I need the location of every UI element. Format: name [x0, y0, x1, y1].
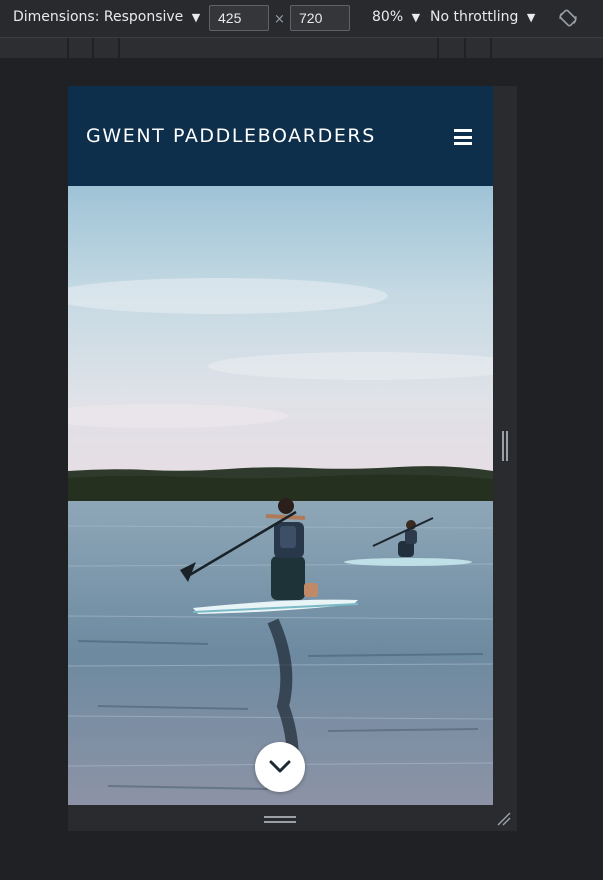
chevron-down-icon	[269, 760, 291, 773]
media-query-bar[interactable]	[0, 37, 603, 58]
throttling-dropdown[interactable]: No throttling ▼	[430, 9, 535, 25]
scroll-down-button[interactable]	[255, 742, 305, 792]
ruler-tick	[92, 38, 94, 58]
height-input[interactable]	[290, 5, 350, 31]
bottom-resize-handle[interactable]	[264, 816, 296, 824]
zoom-label: 80%	[372, 9, 404, 25]
devtools-device-toolbar: Dimensions: Responsive ▼ × 80% ▼ No thro…	[0, 0, 603, 37]
right-resize-handle[interactable]	[502, 431, 508, 461]
zoom-dropdown[interactable]: 80% ▼	[372, 9, 420, 25]
ruler-tick	[67, 38, 69, 58]
dimensions-dropdown[interactable]: Dimensions: Responsive ▼	[13, 9, 200, 25]
zoom-dropdown-icon: ▼	[411, 11, 421, 24]
dimensions-label: Dimensions: Responsive	[13, 9, 184, 25]
times-separator: ×	[274, 12, 285, 27]
hero-image	[68, 186, 493, 805]
ruler-tick	[490, 38, 492, 58]
hamburger-icon[interactable]	[454, 129, 472, 145]
ruler-tick	[437, 38, 439, 58]
ruler-tick	[464, 38, 466, 58]
ruler-tick	[118, 38, 120, 58]
rotate-icon[interactable]	[559, 9, 577, 27]
device-viewport: GWENT PADDLEBOARDERS	[68, 86, 493, 805]
width-input[interactable]	[209, 5, 269, 31]
dimensions-dropdown-icon: ▼	[191, 11, 201, 24]
throttling-label: No throttling	[430, 9, 519, 25]
corner-resize-handle[interactable]	[496, 811, 512, 827]
paddleboarders-photo	[68, 186, 493, 805]
throttling-dropdown-icon: ▼	[526, 11, 536, 24]
site-header: GWENT PADDLEBOARDERS	[68, 86, 493, 186]
site-title[interactable]: GWENT PADDLEBOARDERS	[86, 125, 376, 147]
